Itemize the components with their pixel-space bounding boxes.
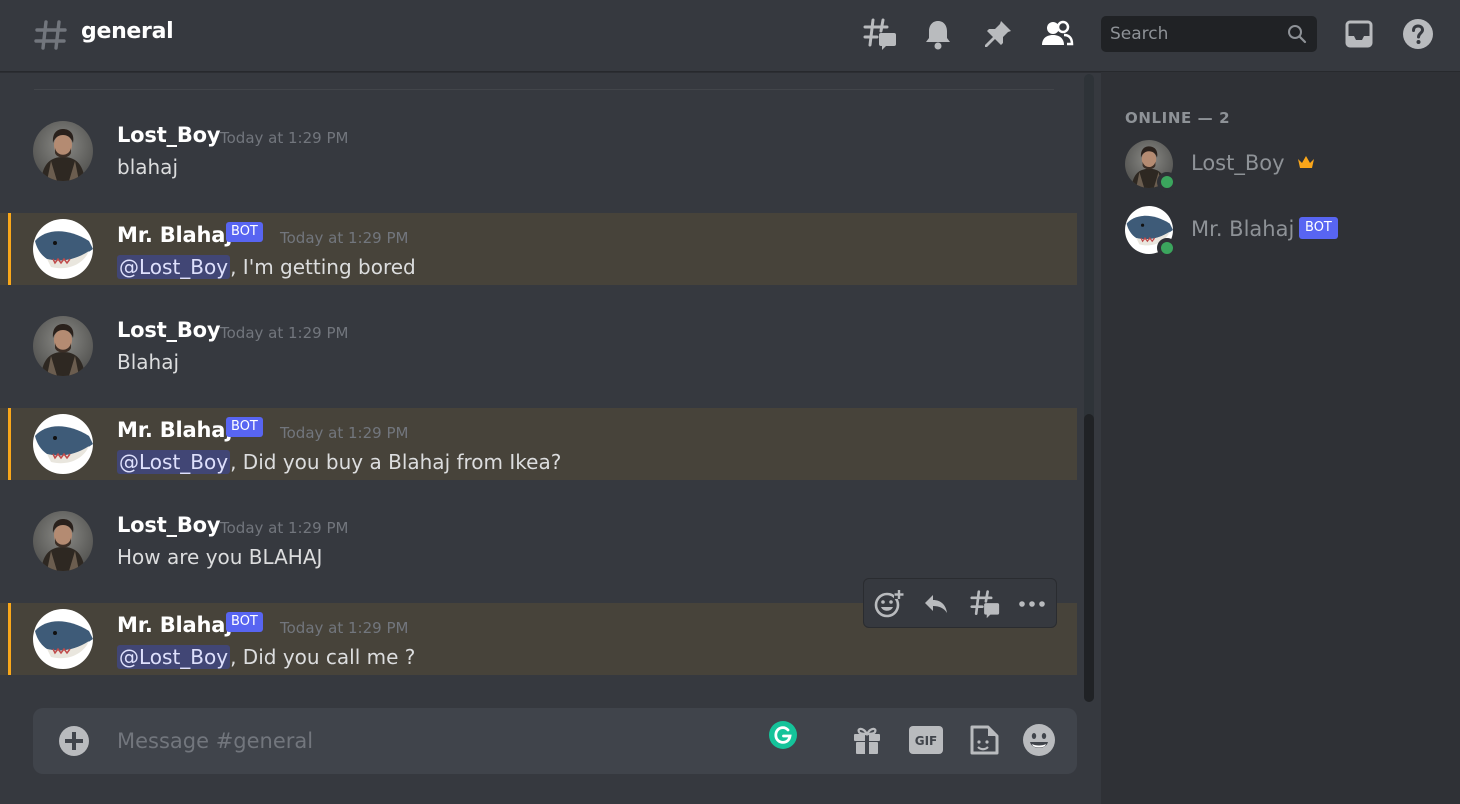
message[interactable]: Lost_Boy Today at 1:29 PM blahaj — [0, 113, 1077, 185]
message[interactable]: Lost_Boy Today at 1:29 PM How are you BL… — [0, 503, 1077, 575]
user-mention[interactable]: @Lost_Boy — [117, 645, 231, 669]
channel-hash-icon — [34, 20, 67, 50]
gif-label: GIF — [915, 734, 938, 748]
member-list-icon[interactable] — [1039, 16, 1075, 52]
bot-tag: BOT — [226, 612, 263, 632]
search-input[interactable]: Search — [1101, 16, 1317, 52]
avatar-lost-boy[interactable] — [33, 511, 93, 571]
message-timestamp: Today at 1:29 PM — [220, 129, 349, 147]
search-placeholder: Search — [1110, 24, 1169, 44]
gift-icon[interactable] — [849, 722, 885, 758]
message-timestamp: Today at 1:29 PM — [280, 619, 409, 637]
message[interactable]: Mr. Blahaj BOT Today at 1:29 PM @Lost_Bo… — [0, 213, 1077, 285]
channel-header: general Search — [0, 0, 1460, 72]
avatar-mr-blahaj[interactable] — [33, 414, 93, 474]
bot-tag: BOT — [226, 417, 263, 437]
scrollbar-thumb[interactable] — [1084, 414, 1094, 702]
search-icon — [1288, 25, 1307, 44]
message-author[interactable]: Mr. Blahaj — [117, 418, 232, 442]
user-mention[interactable]: @Lost_Boy — [117, 255, 231, 279]
message-timestamp: Today at 1:29 PM — [220, 519, 349, 537]
history-divider — [34, 89, 1054, 90]
upload-plus-icon[interactable] — [59, 726, 89, 756]
pin-icon[interactable] — [980, 16, 1016, 52]
channel-name: general — [81, 19, 174, 44]
user-mention[interactable]: @Lost_Boy — [117, 450, 231, 474]
member-name: Lost_Boy — [1191, 151, 1285, 175]
message-author[interactable]: Lost_Boy — [117, 318, 221, 342]
message-text: , I'm getting bored — [230, 255, 416, 279]
avatar-lost-boy[interactable] — [33, 121, 93, 181]
member-item-lost-boy[interactable]: Lost_Boy — [1117, 136, 1447, 192]
help-icon[interactable] — [1400, 16, 1436, 52]
message-content: @Lost_Boy, Did you buy a Blahaj from Ike… — [117, 450, 561, 474]
sticker-icon[interactable] — [966, 722, 1002, 758]
message-input-placeholder: Message #general — [117, 729, 314, 753]
message-text: , Did you buy a Blahaj from Ikea? — [230, 450, 562, 474]
message-hover-toolbar — [863, 578, 1057, 628]
online-status-indicator — [1157, 172, 1177, 192]
member-name: Mr. Blahaj — [1191, 217, 1295, 241]
inbox-icon[interactable] — [1341, 16, 1377, 52]
message-content: @Lost_Boy, I'm getting bored — [117, 255, 416, 279]
member-item-mr-blahaj[interactable]: Mr. Blahaj BOT — [1117, 202, 1447, 258]
message-content: Blahaj — [117, 350, 180, 374]
message-content: How are you BLAHAJ — [117, 545, 323, 569]
create-thread-icon[interactable] — [967, 586, 1003, 622]
message-timestamp: Today at 1:29 PM — [220, 324, 349, 342]
message-author[interactable]: Mr. Blahaj — [117, 223, 232, 247]
member-group-header: ONLINE — 2 — [1125, 109, 1231, 127]
message[interactable]: Lost_Boy Today at 1:29 PM Blahaj — [0, 308, 1077, 380]
bot-tag: BOT — [226, 222, 263, 242]
gif-icon[interactable]: GIF — [908, 722, 944, 758]
message-timestamp: Today at 1:29 PM — [280, 229, 409, 247]
emoji-icon[interactable] — [1021, 722, 1057, 758]
message-content: blahaj — [117, 155, 178, 179]
add-reaction-icon[interactable] — [871, 586, 907, 622]
message-composer[interactable]: Message #general GIF — [33, 708, 1077, 774]
message-timestamp: Today at 1:29 PM — [280, 424, 409, 442]
grammarly-icon[interactable] — [769, 721, 797, 749]
threads-icon[interactable] — [862, 16, 898, 52]
avatar-mr-blahaj[interactable] — [33, 609, 93, 669]
message-author[interactable]: Mr. Blahaj — [117, 613, 232, 637]
message-author[interactable]: Lost_Boy — [117, 123, 221, 147]
member-list: ONLINE — 2 Lost_Boy Mr. Blahaj BOT — [1101, 72, 1460, 804]
message[interactable]: Mr. Blahaj BOT Today at 1:29 PM @Lost_Bo… — [0, 408, 1077, 480]
reply-icon[interactable] — [918, 586, 954, 622]
message-text: , Did you call me ? — [230, 645, 416, 669]
online-status-indicator — [1157, 238, 1177, 258]
bot-tag: BOT — [1299, 217, 1338, 239]
message-content: @Lost_Boy, Did you call me ? — [117, 645, 415, 669]
message-author[interactable]: Lost_Boy — [117, 513, 221, 537]
avatar-lost-boy[interactable] — [33, 316, 93, 376]
server-owner-crown-icon — [1298, 156, 1314, 168]
more-icon[interactable] — [1014, 586, 1050, 622]
avatar-mr-blahaj[interactable] — [33, 219, 93, 279]
notification-bell-icon[interactable] — [920, 16, 956, 52]
